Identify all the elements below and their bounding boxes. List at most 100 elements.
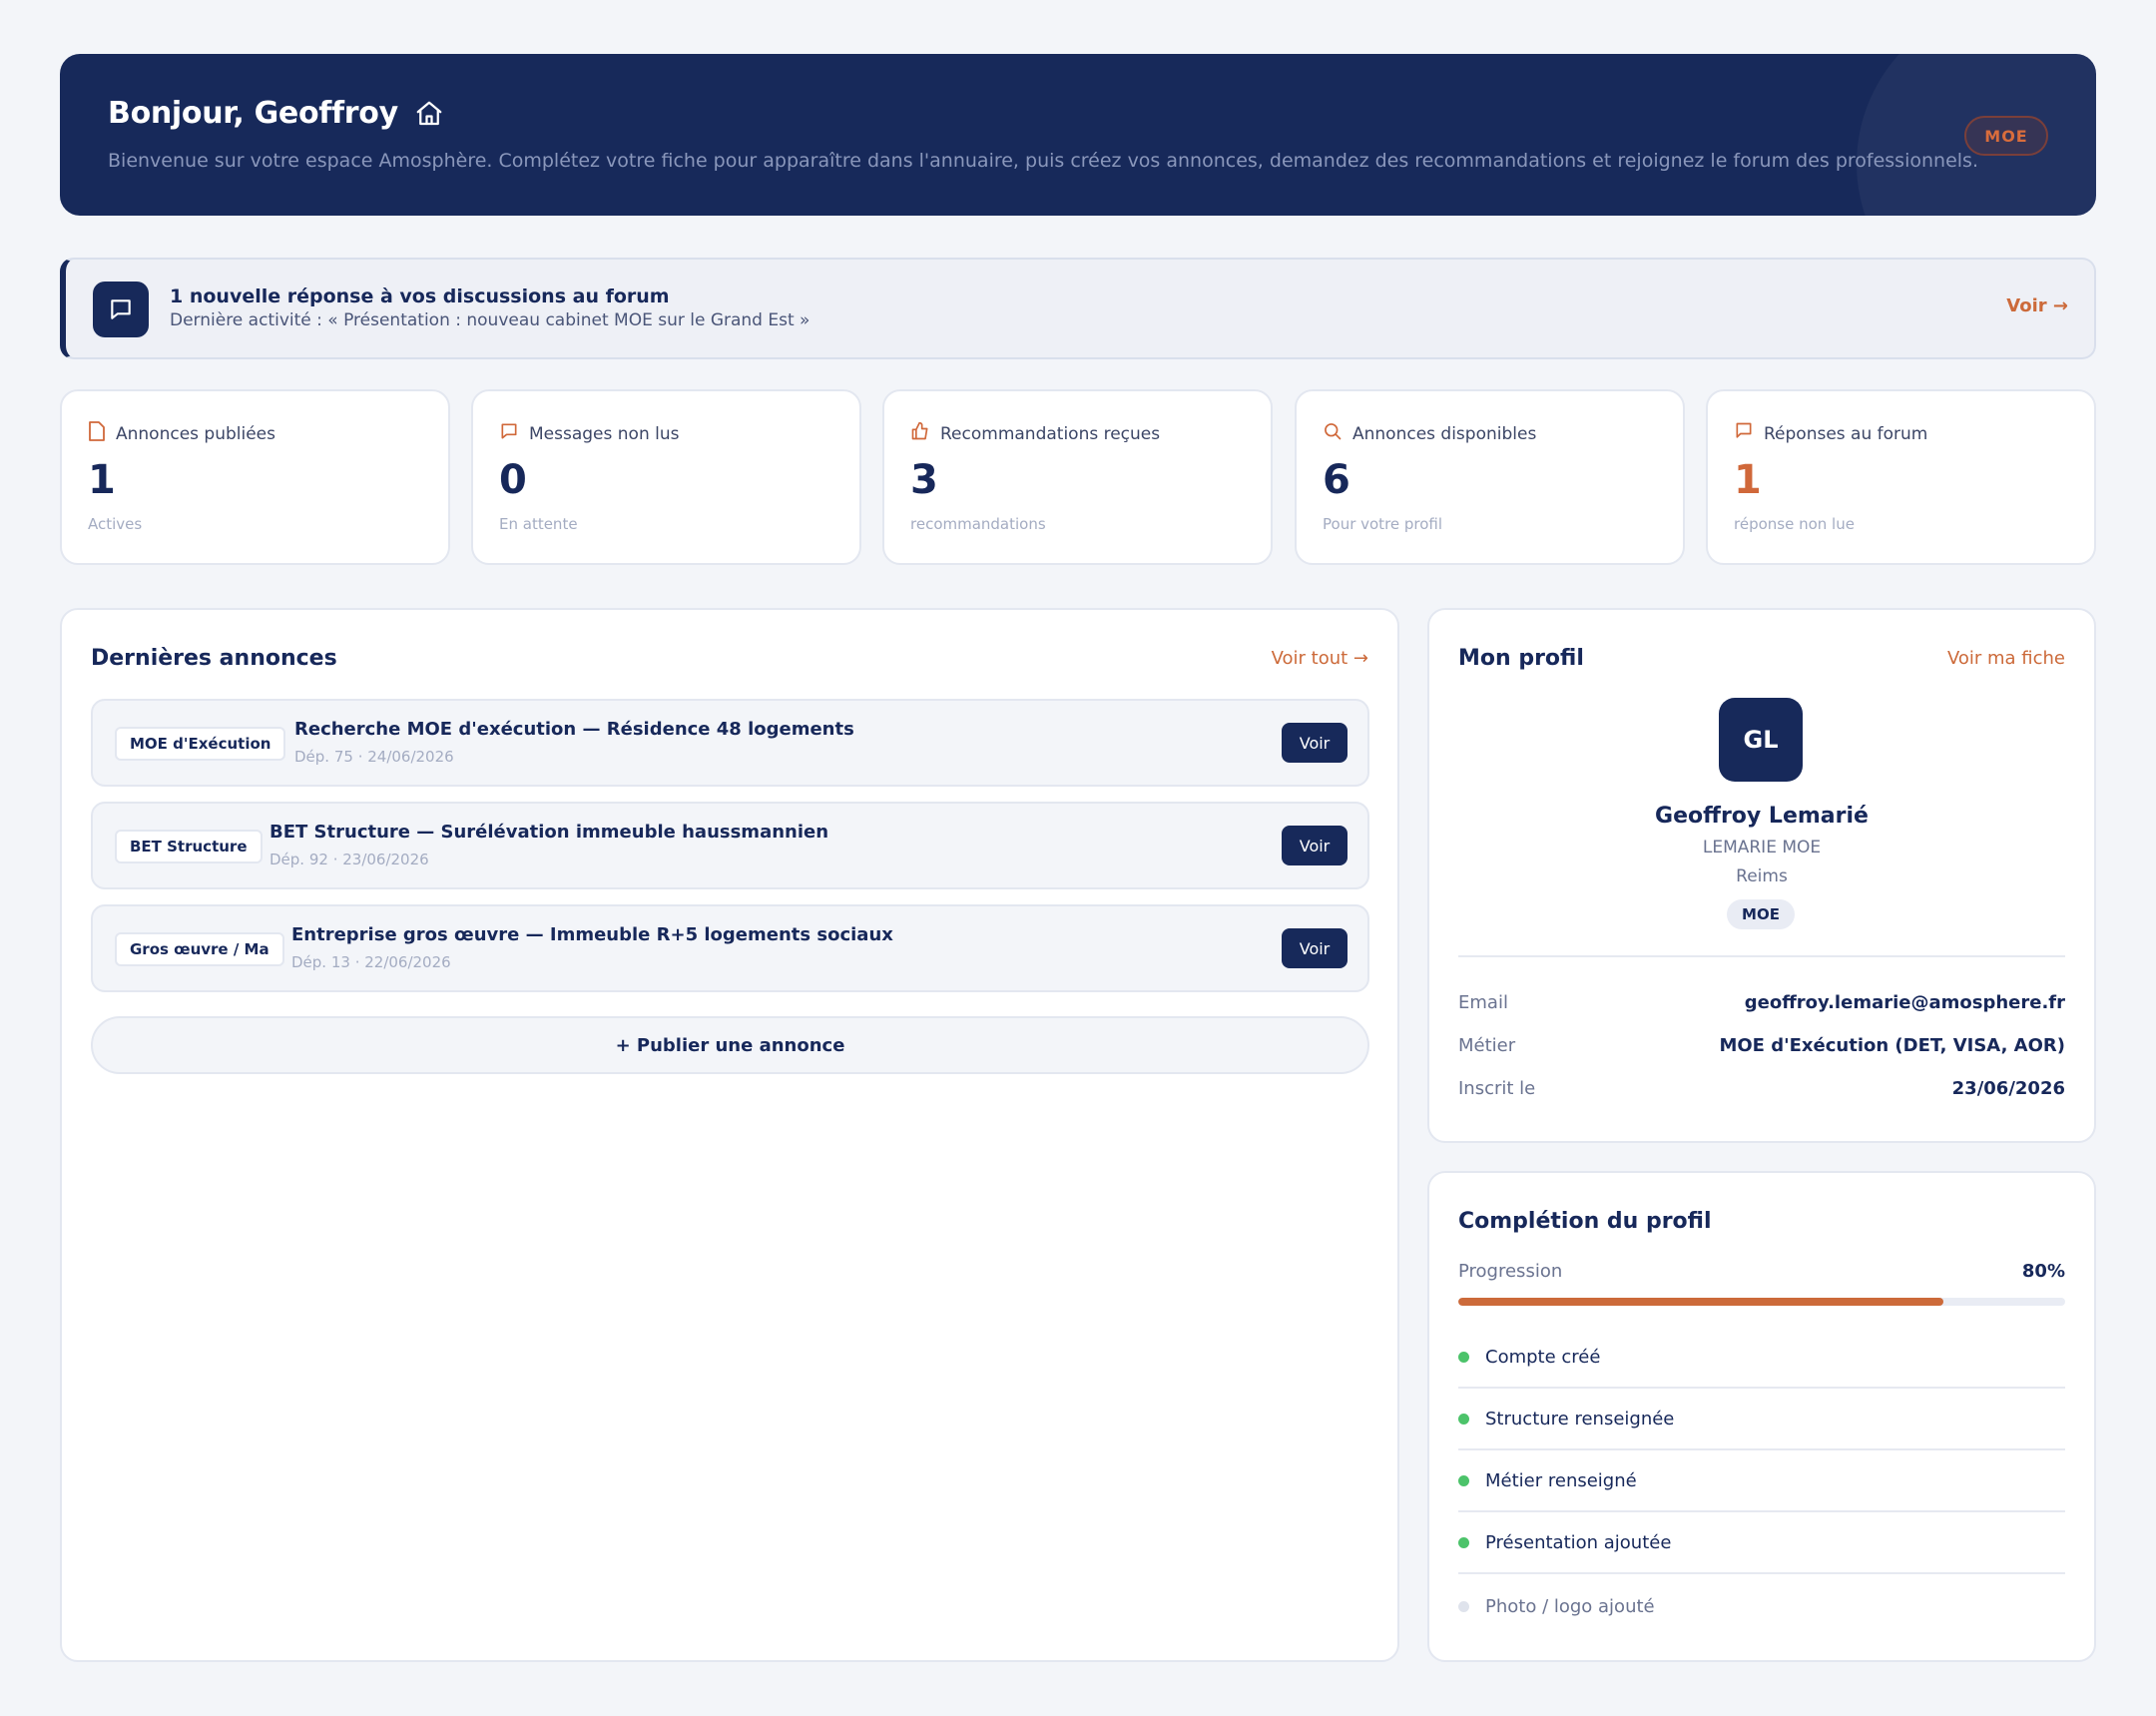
info-value: 23/06/2026: [1951, 1078, 2065, 1099]
info-value: geoffroy.lemarie@amosphere.fr: [1744, 992, 2065, 1013]
info-value: MOE d'Exécution (DET, VISA, AOR): [1719, 1035, 2065, 1056]
checklist-label: Photo / logo ajouté: [1485, 1595, 1655, 1617]
stat-label: Réponses au forum: [1764, 423, 1928, 444]
chat-icon: [93, 282, 149, 337]
completion-title: Complétion du profil: [1458, 1209, 1712, 1234]
profile-completion-panel: Complétion du profil Progression 80% Com…: [1427, 1171, 2096, 1662]
notification-title: 1 nouvelle réponse à vos discussions au …: [170, 286, 670, 307]
status-dot-icon: [1458, 1474, 1469, 1486]
announcement-meta: Dép. 92 · 23/06/2026: [270, 851, 429, 868]
stat-note: Pour votre profil: [1323, 515, 1443, 533]
status-dot-icon: [1458, 1351, 1469, 1363]
stat-header: Annonces disponibles: [1323, 421, 1536, 446]
stat-note: Actives: [88, 515, 143, 533]
info-label: Métier: [1458, 1035, 1516, 1056]
stat-card-recommendations: Recommandations reçues 3 recommandations: [882, 389, 1273, 565]
see-all-link[interactable]: Voir tout →: [1272, 648, 1368, 669]
progress-percent: 80%: [2021, 1261, 2065, 1282]
info-label: Email: [1458, 992, 1508, 1013]
stat-header: Recommandations reçues: [910, 421, 1160, 446]
stat-value: 3: [910, 457, 938, 503]
dashboard-page: Bonjour, Geoffroy Bienvenue sur votre es…: [0, 0, 2156, 1716]
flag-icon: [1734, 421, 1754, 446]
stat-value: 1: [88, 457, 116, 503]
stat-note: recommandations: [910, 515, 1046, 533]
view-announcement-button[interactable]: Voir: [1282, 826, 1348, 865]
status-dot-icon: [1458, 1600, 1469, 1612]
announcement-title[interactable]: Entreprise gros œuvre — Immeuble R+5 log…: [291, 924, 893, 945]
stat-label: Annonces disponibles: [1352, 423, 1537, 444]
stat-card-forum-replies: Réponses au forum 1 réponse non lue: [1706, 389, 2096, 565]
role-badge: MOE: [1964, 116, 2048, 156]
notification-view-link[interactable]: Voir →: [2006, 295, 2068, 316]
announcements-panel: Dernières annonces Voir tout → MOE d'Exé…: [60, 608, 1399, 1662]
stat-label: Recommandations reçues: [940, 423, 1161, 444]
divider: [1458, 955, 2065, 957]
status-dot-icon: [1458, 1536, 1469, 1548]
thumbs-up-icon: [910, 421, 930, 446]
publish-announcement-button[interactable]: + Publier une annonce: [91, 1016, 1369, 1074]
stat-card-unread-messages: Messages non lus 0 En attente: [471, 389, 861, 565]
profile-panel: Mon profil Voir ma fiche GL Geoffroy Lem…: [1427, 608, 2096, 1143]
announcement-tag: Gros œuvre / Ma: [115, 932, 284, 966]
announcement-title[interactable]: BET Structure — Surélévation immeuble ha…: [270, 822, 828, 843]
checklist-item: Structure renseignée: [1458, 1389, 2065, 1450]
profile-registered-row: Inscrit le 23/06/2026: [1458, 1078, 2065, 1099]
announcement-meta: Dép. 13 · 22/06/2026: [291, 953, 451, 971]
stat-card-published-ads: Annonces publiées 1 Actives: [60, 389, 450, 565]
announcement-item[interactable]: MOE d'Exécution Recherche MOE d'exécutio…: [91, 699, 1369, 787]
stat-header: Messages non lus: [499, 421, 679, 446]
announcement-item[interactable]: Gros œuvre / Ma Entreprise gros œuvre — …: [91, 904, 1369, 992]
stat-label: Annonces publiées: [116, 423, 275, 444]
checklist-label: Structure renseignée: [1485, 1408, 1675, 1430]
checklist-label: Compte créé: [1485, 1346, 1601, 1368]
progress-row: Progression 80%: [1458, 1261, 2065, 1282]
profile-job-row: Métier MOE d'Exécution (DET, VISA, AOR): [1458, 1035, 2065, 1056]
announcements-title: Dernières annonces: [91, 646, 337, 671]
view-profile-link[interactable]: Voir ma fiche: [1947, 648, 2065, 669]
avatar: GL: [1719, 698, 1803, 782]
status-dot-icon: [1458, 1413, 1469, 1425]
stat-value: 1: [1734, 457, 1762, 503]
profile-title: Mon profil: [1458, 646, 1584, 671]
announcement-title[interactable]: Recherche MOE d'exécution — Résidence 48…: [294, 719, 854, 740]
progress-label: Progression: [1458, 1261, 1563, 1282]
checklist-item: Métier renseigné: [1458, 1450, 2065, 1512]
stat-value: 0: [499, 457, 527, 503]
checklist-item: Présentation ajoutée: [1458, 1512, 2065, 1574]
profile-role-badge: MOE: [1727, 899, 1795, 929]
stat-note: réponse non lue: [1734, 515, 1855, 533]
profile-company: LEMARIE MOE: [1702, 838, 1822, 858]
checklist-label: Métier renseigné: [1485, 1469, 1637, 1491]
welcome-banner: Bonjour, Geoffroy Bienvenue sur votre es…: [60, 54, 2096, 216]
stat-card-available-ads: Annonces disponibles 6 Pour votre profil: [1295, 389, 1685, 565]
home-icon: [414, 99, 444, 129]
announcement-meta: Dép. 75 · 24/06/2026: [294, 748, 454, 766]
search-icon: [1323, 421, 1343, 446]
profile-name: Geoffroy Lemarié: [1655, 804, 1869, 829]
checklist-label: Présentation ajoutée: [1485, 1531, 1672, 1553]
announcement-tag: BET Structure: [115, 830, 263, 863]
stat-header: Réponses au forum: [1734, 421, 1927, 446]
profile-city: Reims: [1736, 866, 1788, 886]
stat-header: Annonces publiées: [88, 421, 275, 446]
checklist-item: Photo / logo ajouté: [1458, 1575, 2065, 1637]
profile-email-row: Email geoffroy.lemarie@amosphere.fr: [1458, 992, 2065, 1013]
stat-value: 6: [1323, 457, 1350, 503]
view-announcement-button[interactable]: Voir: [1282, 723, 1348, 763]
checklist-item: Compte créé: [1458, 1327, 2065, 1389]
view-announcement-button[interactable]: Voir: [1282, 928, 1348, 968]
stat-label: Messages non lus: [529, 423, 680, 444]
announcement-tag: MOE d'Exécution: [115, 727, 286, 761]
forum-notification[interactable]: 1 nouvelle réponse à vos discussions au …: [60, 258, 2096, 359]
welcome-title: Bonjour, Geoffroy: [108, 96, 444, 131]
document-icon: [88, 421, 106, 446]
announcement-item[interactable]: BET Structure BET Structure — Surélévati…: [91, 802, 1369, 889]
welcome-title-text: Bonjour, Geoffroy: [108, 96, 398, 131]
message-icon: [499, 421, 519, 446]
info-label: Inscrit le: [1458, 1078, 1536, 1099]
notification-subtitle: Dernière activité : « Présentation : nou…: [170, 310, 810, 330]
welcome-subtitle: Bienvenue sur votre espace Amosphère. Co…: [108, 150, 1978, 172]
progress-bar: [1458, 1298, 2065, 1306]
progress-bar-fill: [1458, 1298, 1944, 1306]
